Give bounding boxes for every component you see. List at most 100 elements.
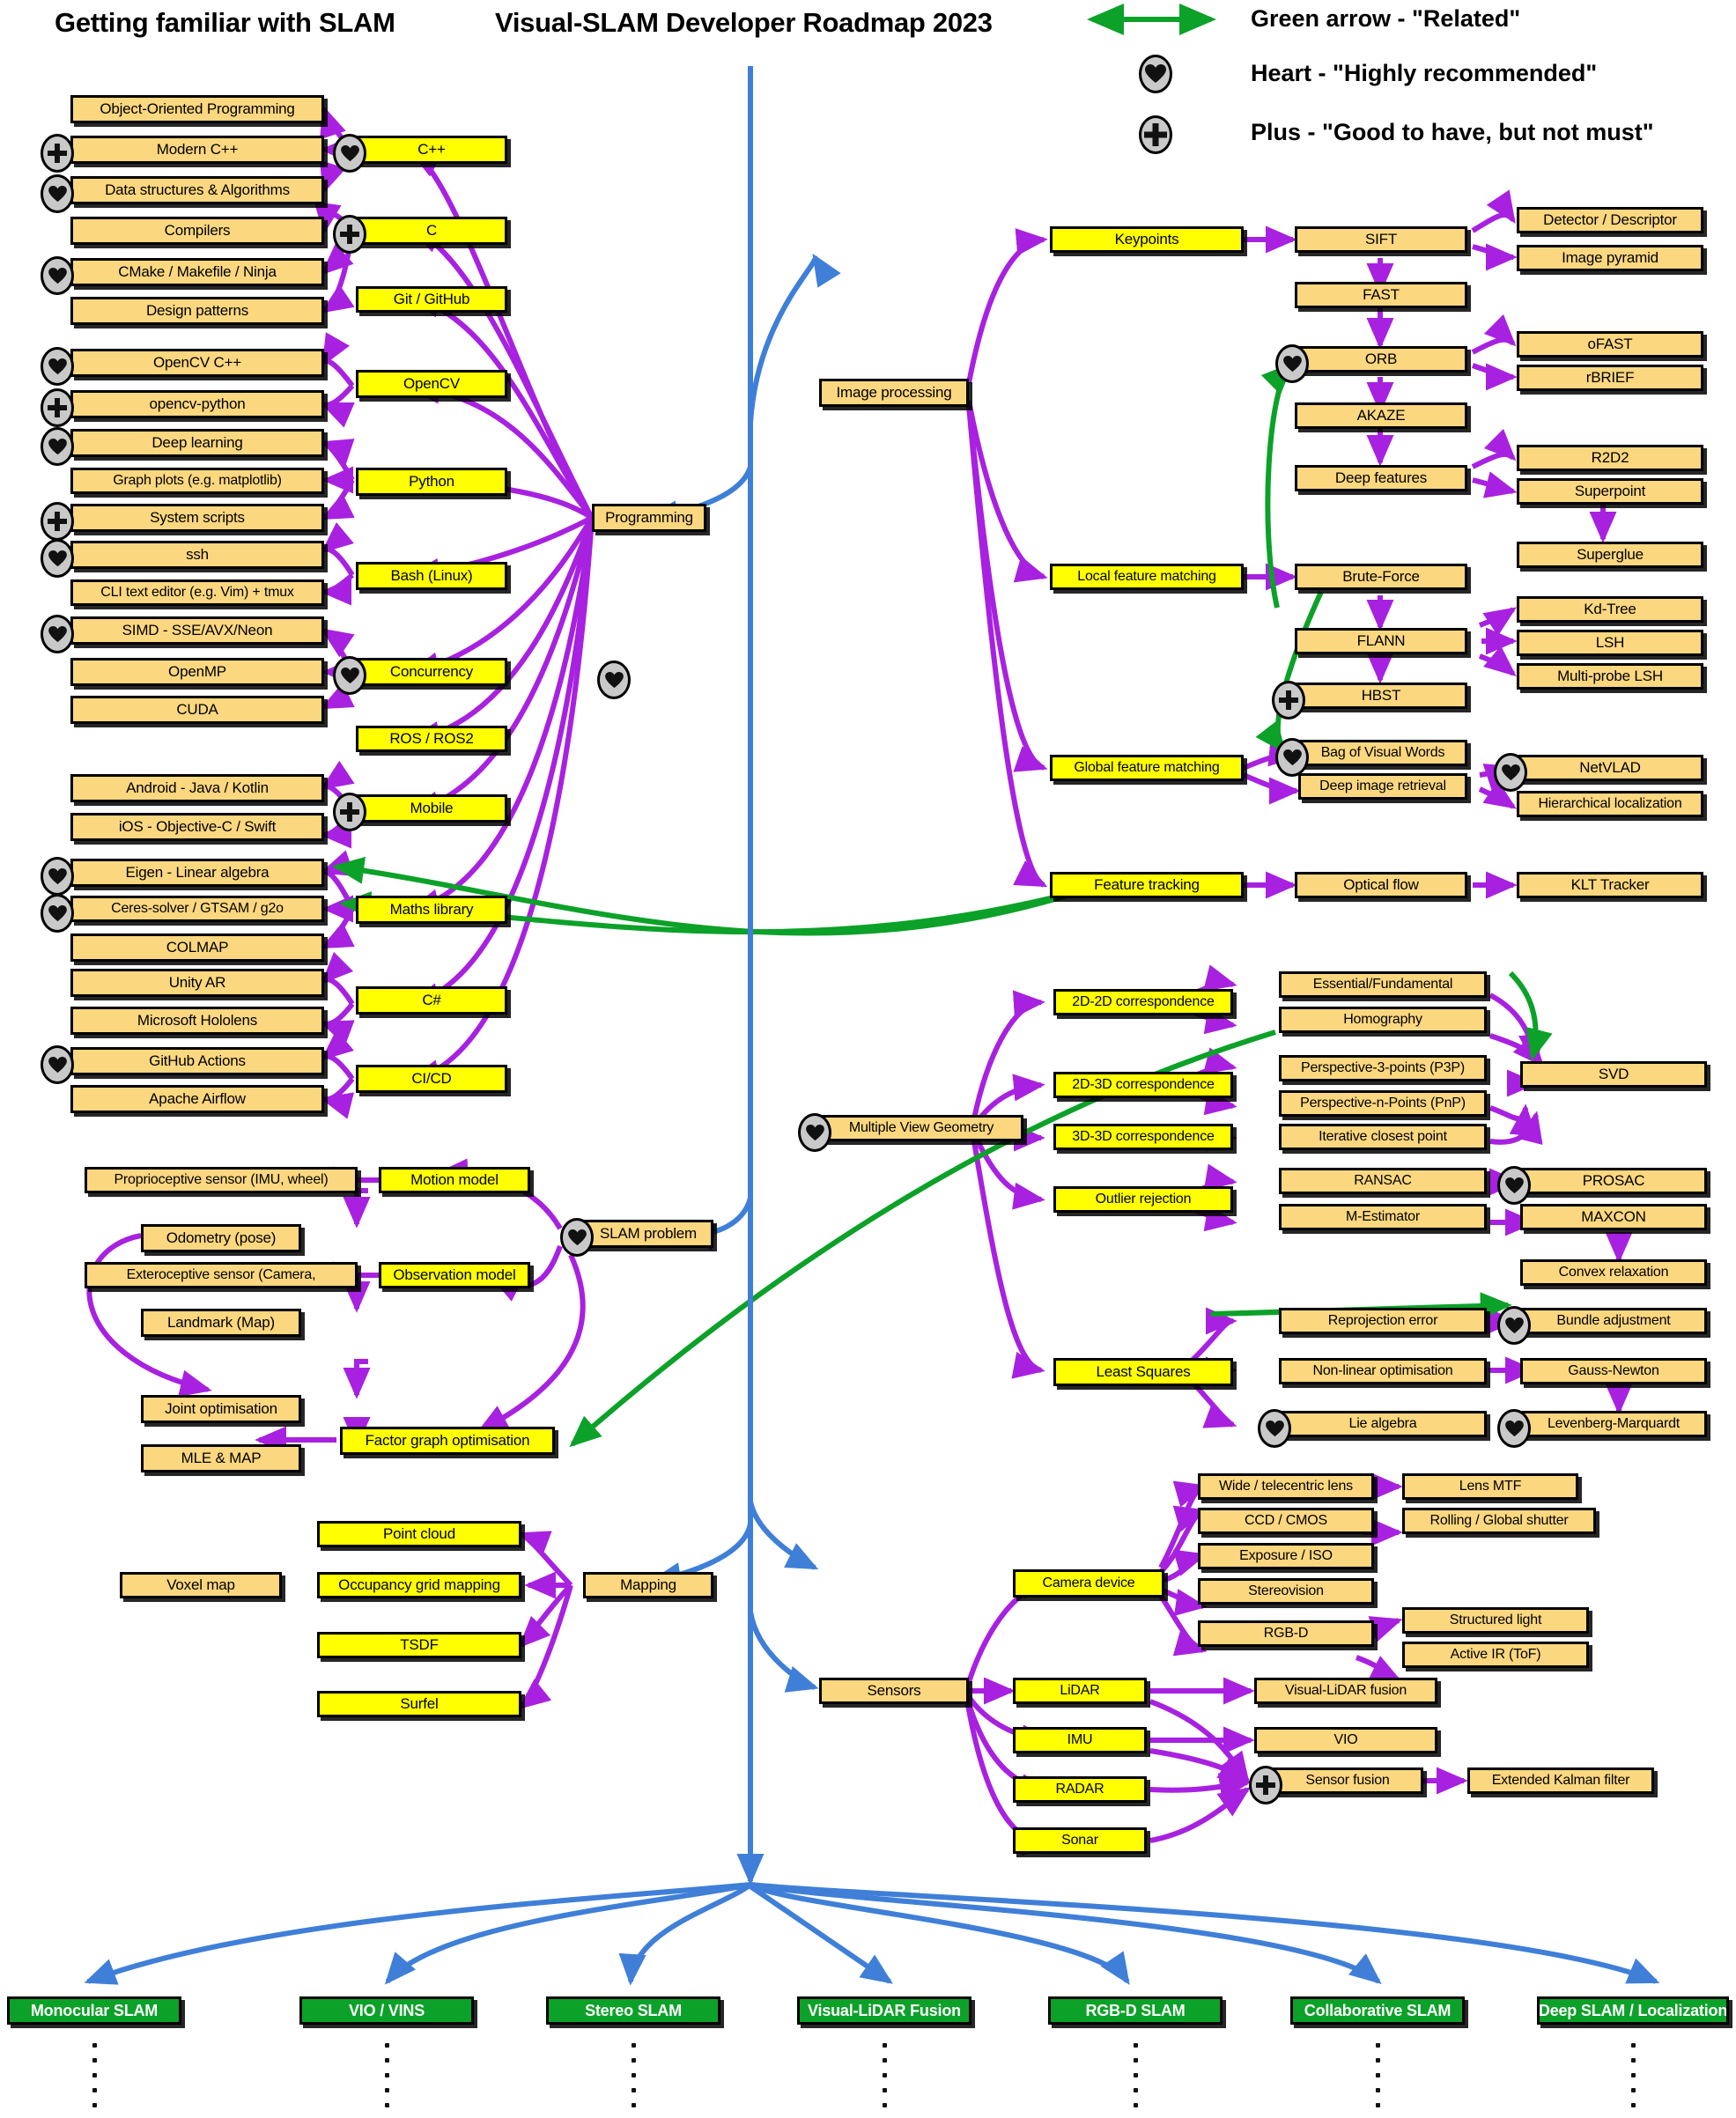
node-github-actions[interactable]: GitHub Actions bbox=[70, 1047, 324, 1075]
node-surfel[interactable]: Surfel bbox=[317, 1691, 521, 1717]
node-python[interactable]: Python bbox=[356, 468, 507, 496]
node-klt-tracker[interactable]: KLT Tracker bbox=[1517, 872, 1703, 898]
node-prosac[interactable]: PROSAC bbox=[1520, 1168, 1707, 1194]
node-iterative-closest-point[interactable]: Iterative closest point bbox=[1279, 1124, 1487, 1150]
node-non-linear-optimisation[interactable]: Non-linear optimisation bbox=[1279, 1358, 1487, 1384]
node-opencv[interactable]: OpenCV bbox=[356, 370, 507, 398]
node-active-ir-tof[interactable]: Active IR (ToF) bbox=[1402, 1642, 1589, 1668]
node-pnp[interactable]: Perspective-n-Points (PnP) bbox=[1279, 1090, 1487, 1117]
node-ci-cd[interactable]: CI/CD bbox=[356, 1065, 507, 1093]
node-opencv-python[interactable]: opencv-python bbox=[70, 390, 324, 418]
node-simd[interactable]: SIMD - SSE/AVX/Neon bbox=[70, 616, 324, 645]
node-least-squares[interactable]: Least Squares bbox=[1053, 1358, 1233, 1386]
node-homography[interactable]: Homography bbox=[1279, 1007, 1487, 1033]
node-stereovision[interactable]: Stereovision bbox=[1198, 1578, 1374, 1605]
node-global-feature-matching[interactable]: Global feature matching bbox=[1050, 755, 1244, 781]
node-maths-library[interactable]: Maths library bbox=[356, 896, 507, 924]
node-lidar[interactable]: LiDAR bbox=[1013, 1678, 1147, 1704]
node-cuda[interactable]: CUDA bbox=[70, 696, 324, 724]
node-odometry-pose[interactable]: Odometry (pose) bbox=[141, 1224, 301, 1252]
node-2d-2d-correspondence[interactable]: 2D-2D correspondence bbox=[1053, 989, 1233, 1015]
node-compilers[interactable]: Compilers bbox=[70, 217, 324, 245]
node-voxel-map[interactable]: Voxel map bbox=[120, 1572, 282, 1598]
node-bag-of-visual-words[interactable]: Bag of Visual Words bbox=[1298, 740, 1467, 766]
node-essential-fundamental[interactable]: Essential/Fundamental bbox=[1279, 971, 1487, 998]
node-point-cloud[interactable]: Point cloud bbox=[317, 1521, 521, 1547]
node-tsdf[interactable]: TSDF bbox=[317, 1632, 521, 1658]
node-openmp[interactable]: OpenMP bbox=[70, 658, 324, 686]
node-motion-model[interactable]: Motion model bbox=[379, 1167, 530, 1193]
node-colmap[interactable]: COLMAP bbox=[70, 934, 324, 962]
node-concurrency[interactable]: Concurrency bbox=[356, 658, 507, 686]
node-cpp[interactable]: C++ bbox=[356, 136, 507, 164]
node-opencv-cpp[interactable]: OpenCV C++ bbox=[70, 349, 324, 377]
node-ofast[interactable]: oFAST bbox=[1517, 331, 1703, 358]
node-reprojection-error[interactable]: Reprojection error bbox=[1279, 1308, 1487, 1334]
node-detector-descriptor[interactable]: Detector / Descriptor bbox=[1517, 207, 1703, 233]
node-kd-tree[interactable]: Kd-Tree bbox=[1517, 596, 1703, 623]
node-vio[interactable]: VIO bbox=[1254, 1727, 1437, 1753]
node-deep-learning[interactable]: Deep learning bbox=[70, 429, 324, 457]
node-netvlad[interactable]: NetVLAD bbox=[1517, 755, 1703, 781]
node-camera-device[interactable]: Camera device bbox=[1013, 1569, 1164, 1598]
node-2d-3d-correspondence[interactable]: 2D-3D correspondence bbox=[1053, 1072, 1233, 1098]
node-lie-algebra[interactable]: Lie algebra bbox=[1279, 1411, 1487, 1437]
node-image-processing-hub[interactable]: Image processing bbox=[819, 379, 969, 407]
node-optical-flow[interactable]: Optical flow bbox=[1295, 872, 1467, 898]
node-p3p[interactable]: Perspective-3-points (P3P) bbox=[1279, 1055, 1487, 1081]
node-multi-probe-lsh[interactable]: Multi-probe LSH bbox=[1517, 663, 1703, 690]
node-ios[interactable]: iOS - Objective-C / Swift bbox=[70, 813, 324, 841]
node-git-github[interactable]: Git / GitHub bbox=[356, 286, 507, 313]
node-orb[interactable]: ORB bbox=[1295, 346, 1467, 373]
node-lens-mtf[interactable]: Lens MTF bbox=[1402, 1473, 1578, 1500]
node-bash-linux[interactable]: Bash (Linux) bbox=[356, 562, 507, 590]
node-occupancy-grid-mapping[interactable]: Occupancy grid mapping bbox=[317, 1572, 521, 1598]
node-extended-kalman-filter[interactable]: Extended Kalman filter bbox=[1467, 1767, 1654, 1794]
node-r2d2[interactable]: R2D2 bbox=[1517, 445, 1703, 471]
node-observation-model[interactable]: Observation model bbox=[379, 1262, 530, 1288]
node-superglue[interactable]: Superglue bbox=[1517, 542, 1703, 568]
node-sensor-fusion[interactable]: Sensor fusion bbox=[1272, 1767, 1423, 1794]
node-cli-text-editor[interactable]: CLI text editor (e.g. Vim) + tmux bbox=[70, 579, 324, 606]
node-eigen[interactable]: Eigen - Linear algebra bbox=[70, 859, 324, 887]
node-csharp[interactable]: C# bbox=[356, 986, 507, 1015]
node-apache-airflow[interactable]: Apache Airflow bbox=[70, 1085, 324, 1113]
terminal-monocular-slam[interactable]: Monocular SLAM bbox=[7, 1996, 181, 2025]
node-feature-tracking[interactable]: Feature tracking bbox=[1050, 872, 1244, 898]
terminal-deep-slam-localization[interactable]: Deep SLAM / Localization bbox=[1537, 1996, 1729, 2025]
node-rgb-d[interactable]: RGB-D bbox=[1198, 1620, 1374, 1647]
node-mle-map[interactable]: MLE & MAP bbox=[141, 1444, 301, 1472]
node-unity-ar[interactable]: Unity AR bbox=[70, 969, 324, 997]
node-wide-telecentric-lens[interactable]: Wide / telecentric lens bbox=[1198, 1473, 1374, 1500]
node-object-oriented-programming[interactable]: Object-Oriented Programming bbox=[70, 95, 324, 123]
node-mobile[interactable]: Mobile bbox=[356, 794, 507, 823]
node-imu[interactable]: IMU bbox=[1013, 1727, 1147, 1753]
node-convex-relaxation[interactable]: Convex relaxation bbox=[1520, 1259, 1707, 1286]
node-deep-features[interactable]: Deep features bbox=[1295, 465, 1467, 491]
node-system-scripts[interactable]: System scripts bbox=[70, 504, 324, 532]
node-akaze[interactable]: AKAZE bbox=[1295, 402, 1467, 429]
node-flann[interactable]: FLANN bbox=[1295, 628, 1467, 654]
node-sift[interactable]: SIFT bbox=[1295, 226, 1467, 253]
node-exteroceptive-sensor[interactable]: Exteroceptive sensor (Camera, bbox=[85, 1262, 358, 1288]
terminal-stereo-slam[interactable]: Stereo SLAM bbox=[546, 1996, 720, 2025]
node-design-patterns[interactable]: Design patterns bbox=[70, 297, 324, 325]
node-mapping-hub[interactable]: Mapping bbox=[583, 1572, 713, 1598]
node-programming-hub[interactable]: Programming bbox=[592, 504, 706, 532]
node-joint-optimisation[interactable]: Joint optimisation bbox=[141, 1395, 301, 1423]
node-data-structures-algorithms[interactable]: Data structures & Algorithms bbox=[70, 176, 324, 204]
node-visual-lidar-fusion[interactable]: Visual-LiDAR fusion bbox=[1254, 1678, 1437, 1704]
node-deep-image-retrieval[interactable]: Deep image retrieval bbox=[1298, 773, 1467, 800]
node-android[interactable]: Android - Java / Kotlin bbox=[70, 774, 324, 802]
node-lsh[interactable]: LSH bbox=[1517, 630, 1703, 656]
node-ssh[interactable]: ssh bbox=[70, 541, 324, 569]
node-structured-light[interactable]: Structured light bbox=[1402, 1607, 1589, 1634]
node-hbst[interactable]: HBST bbox=[1295, 683, 1467, 709]
node-slam-problem-hub[interactable]: SLAM problem bbox=[583, 1220, 713, 1248]
node-proprioceptive-sensor[interactable]: Proprioceptive sensor (IMU, wheel) bbox=[85, 1167, 358, 1193]
node-superpoint[interactable]: Superpoint bbox=[1517, 478, 1703, 505]
node-multiple-view-geometry-hub[interactable]: Multiple View Geometry bbox=[819, 1115, 1023, 1141]
node-svd[interactable]: SVD bbox=[1520, 1061, 1707, 1088]
node-rbrief[interactable]: rBRIEF bbox=[1517, 365, 1703, 391]
node-fast[interactable]: FAST bbox=[1295, 282, 1467, 308]
